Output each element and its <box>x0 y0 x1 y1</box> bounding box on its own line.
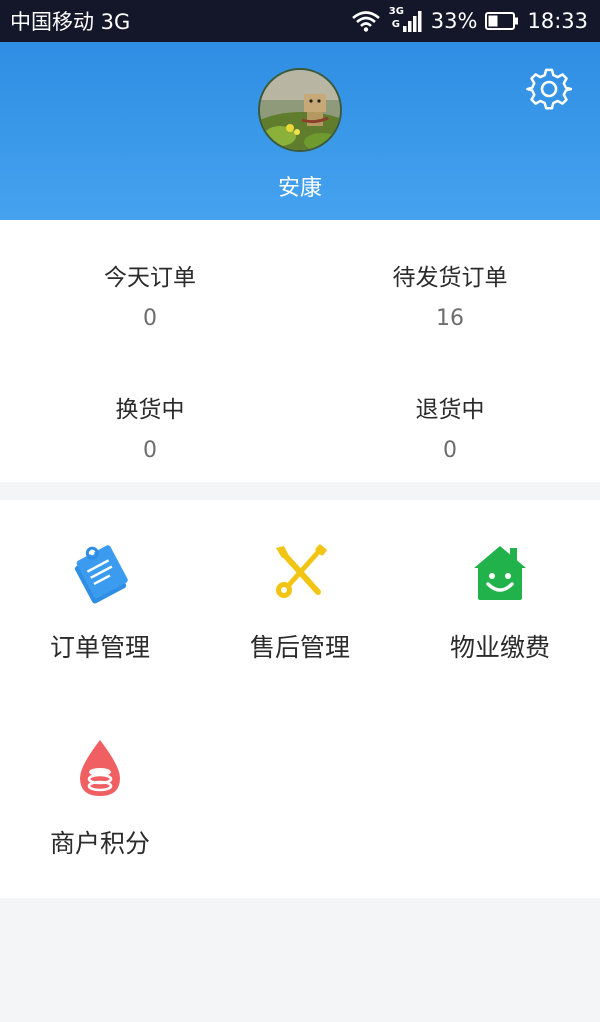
tile-label: 订单管理 <box>49 633 150 662</box>
stat-today-orders[interactable]: 今天订单 0 <box>0 258 300 331</box>
order-management-tile[interactable]: 订单管理 <box>0 500 200 690</box>
battery-icon <box>485 11 519 31</box>
gear-icon[interactable] <box>526 66 573 112</box>
stat-value: 16 <box>436 306 464 331</box>
stat-label: 待发货订单 <box>392 265 508 291</box>
stat-value: 0 <box>143 438 157 463</box>
carrier-label: 中国移动 3G <box>10 10 131 34</box>
stat-label: 换货中 <box>115 397 185 423</box>
username: 安康 <box>277 176 322 201</box>
tile-label: 物业缴费 <box>449 633 550 662</box>
order-clipboard-icon <box>70 540 130 604</box>
tools-icon <box>270 540 330 604</box>
smiling-house-icon <box>470 540 530 604</box>
stat-label: 今天订单 <box>104 265 196 291</box>
signal-icon: 3G G <box>389 6 423 34</box>
after-sales-tile[interactable]: 售后管理 <box>200 500 400 690</box>
status-bar: 中国移动 3G 3G G 33% 18:33 <box>0 0 600 42</box>
tile-label: 售后管理 <box>249 633 350 662</box>
stat-label: 退货中 <box>415 397 485 423</box>
property-payment-tile[interactable]: 物业缴费 <box>400 500 600 690</box>
wifi-icon <box>351 10 381 32</box>
stat-returning[interactable]: 退货中 0 <box>300 390 600 463</box>
stat-value: 0 <box>443 438 457 463</box>
stat-value: 0 <box>143 306 157 331</box>
clock-time: 18:33 <box>527 9 588 33</box>
stat-pending-shipment[interactable]: 待发货订单 16 <box>300 258 600 331</box>
merchant-points-tile[interactable]: 商户积分 <box>0 696 200 886</box>
tile-label: 商户积分 <box>49 829 150 858</box>
coin-drop-icon <box>70 736 130 800</box>
stat-exchanging[interactable]: 换货中 0 <box>0 390 300 463</box>
battery-percent: 33% <box>430 9 478 33</box>
feature-grid: 订单管理 售后管理 物业缴费 商户积分 <box>0 500 600 898</box>
avatar[interactable] <box>258 68 342 152</box>
profile-header: 安康 <box>0 42 600 220</box>
order-stats-panel: 今天订单 0 待发货订单 16 换货中 0 退货中 0 <box>0 220 600 482</box>
